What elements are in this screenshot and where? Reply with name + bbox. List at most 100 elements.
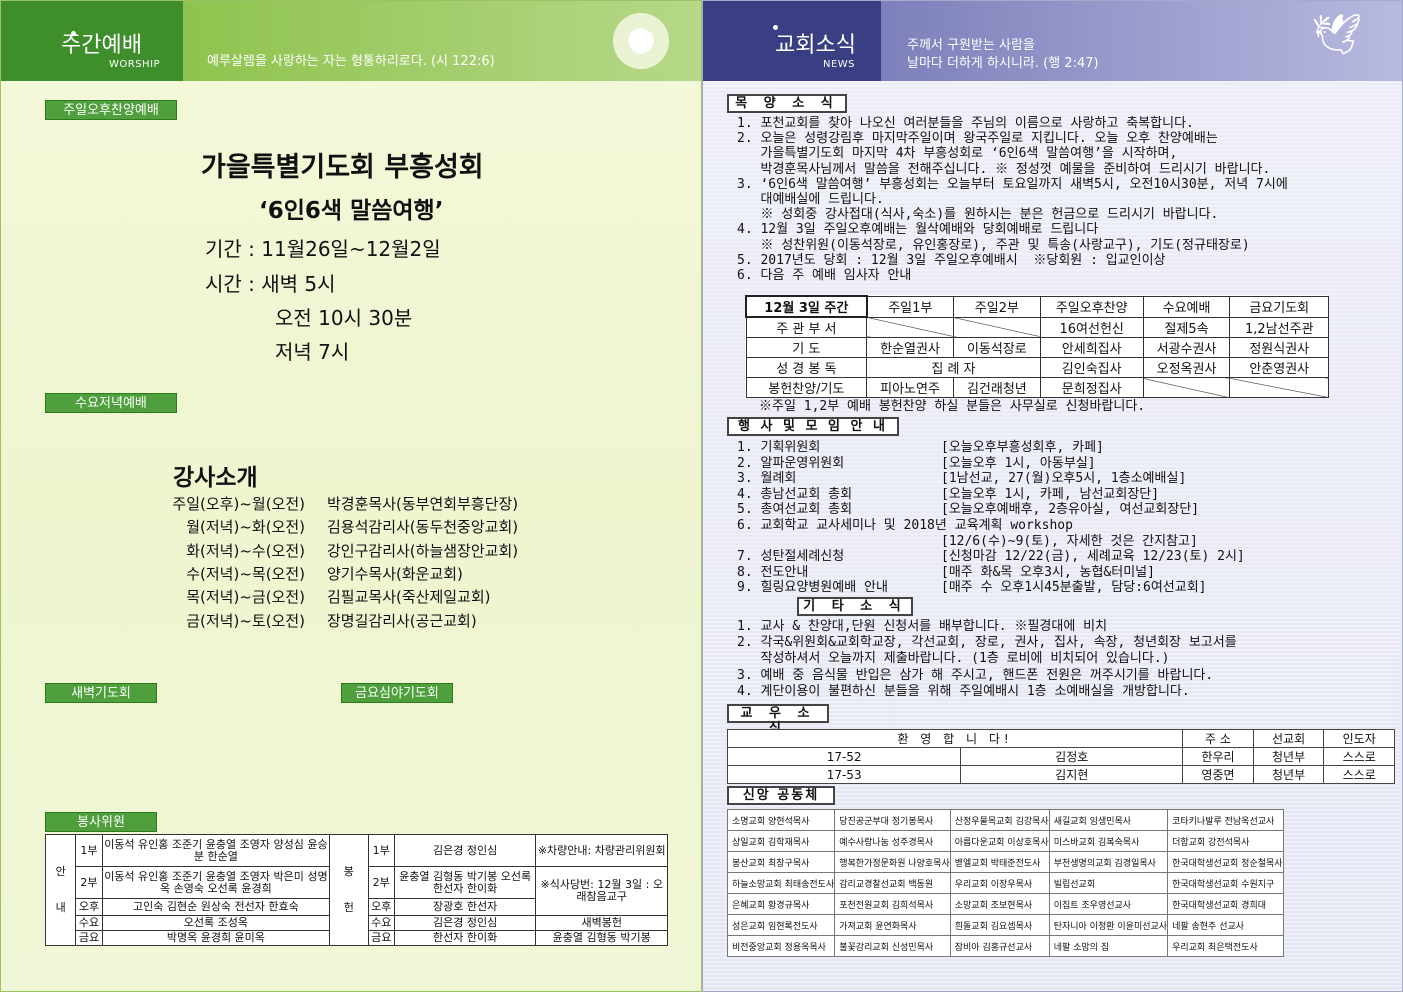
speaker-name: 박경훈목사(동부연회부흥단장) (327, 495, 519, 513)
bulletin-page: { "left": { "header": {"title":"주간예배","s… (0, 0, 1403, 992)
members-cell: 김지현 (960, 765, 1184, 784)
duty-cell (866, 316, 954, 338)
members-table: 환 영 합 니 다! 주 소 선교회 인도자 17-52 김정호 한우리 청년부 스스로 17-5… (726, 729, 1395, 784)
service-cell: 고인숙 김현순 원상숙 전선자 한효숙 (101, 898, 331, 916)
service-cell: 1부 (75, 834, 103, 867)
faith-cell: 봉산교회 최창구목사 (726, 851, 836, 873)
pastor-line: 2. 오늘은 성령강림후 마지막주일이며 왕국주일로 지킵니다. 오늘 오후 찬… (737, 131, 1218, 147)
friday-prayer-tag: 금요심야기도회 (341, 683, 453, 703)
duty-cell: 피아노연주 (866, 377, 954, 398)
news-header: 교회소식 NEWS 주께서 구원받는 사람을 날마다 더하게 하시니라. (행 … (703, 1, 1402, 81)
members-header-cell: 주 소 (1182, 729, 1254, 748)
duty-cell: 서광수권사 (1142, 337, 1231, 358)
service-cell: 1부 (367, 834, 395, 867)
duty-cell: 정원식권사 (1229, 337, 1329, 358)
service-cell: 한선자 한이화 (393, 930, 537, 946)
event-name: 3. 월례회 (737, 471, 797, 487)
duty-header-cell: 수요예배 (1142, 295, 1231, 318)
speaker-time: 주일(오후)~월(오전) (172, 495, 305, 513)
event-detail: [오늘오후예배후, 2층유아실, 여선교회장단] (941, 502, 1200, 518)
offering-label: 봉헌 (329, 834, 369, 946)
faith-cell: 상일교회 김학재목사 (726, 830, 836, 852)
duty-cell: 오정옥권사 (1142, 357, 1231, 378)
faith-cell: 빌립선교회 (1048, 872, 1169, 894)
speaker-name: 김필교목사(죽산제일교회) (327, 588, 491, 607)
event-time-3: 저녁 7시 (275, 340, 350, 364)
service-cell: 이동석 유인홍 조준기 윤충열 조영자 박은미 성명옥 손영숙 오선록 윤경희 (101, 866, 331, 899)
service-cell: ※차량안내: 차량관리위원회 (535, 834, 668, 867)
sunday-afternoon-tag: 주일오후찬양예배 (45, 100, 177, 120)
duty-note: ※주일 1,2부 예배 봉헌찬양 하실 분들은 사무실로 신청바랍니다. (759, 399, 1146, 414)
members-header-cell: 환 영 합 니 다! (726, 729, 1184, 748)
etc-line: 작성하셔서 오늘까지 제출바랍니다. (1층 로비에 비치되어 있습니다.) (737, 651, 1170, 667)
faith-cell: 성은교회 임현록전도사 (726, 914, 836, 936)
event-title: 가을특별기도회 부흥성회 (201, 152, 484, 183)
event-detail: [신청마감 12/22(금), 세례교육 12/23(토) 2시] (941, 549, 1245, 565)
members-title: 교 우 소 식 (727, 704, 829, 736)
event-time: 시간 : 새벽 5시 (205, 272, 336, 296)
faith-cell: 소망교회 조보현목사 (949, 893, 1050, 915)
faith-cell: 미스바교회 김복숙목사 (1048, 830, 1169, 852)
members-header-cell: 인도자 (1323, 729, 1395, 748)
members-cell: 스스로 (1323, 747, 1395, 766)
guide-label: 안내 (44, 834, 77, 946)
etc-line: 3. 예배 중 음식물 반입은 삼가 해 주시고, 핸드폰 전원은 꺼주시기를 … (737, 667, 1214, 683)
members-cell: 17-53 (726, 765, 962, 784)
duty-cell: 한순열권사 (866, 337, 954, 358)
speaker-name: 양기수목사(화운교회) (327, 564, 463, 583)
faith-title: 신앙 공동체 (727, 786, 835, 805)
event-time-2: 오전 10시 30분 (275, 306, 413, 330)
faith-table: 소명교회 양현석목사 당진공군부대 정기봉목사 산정우물목교회 김강목사 새길교회 임… (726, 809, 1284, 957)
members-cell: 청년부 (1252, 765, 1325, 784)
members-header-cell: 선교회 (1252, 729, 1325, 748)
service-cell: 수요 (367, 915, 395, 931)
members-cell: 영중면 (1182, 765, 1254, 784)
service-cell: 금요 (75, 930, 103, 946)
event-detail: [오늘오후부흥성회후, 카페] (941, 440, 1104, 455)
faith-cell: 당진공군부대 정기봉목사 (834, 809, 951, 831)
wednesday-tag: 수요저녁예배 (45, 393, 177, 413)
service-cell: 이동석 유인홍 조준기 윤충열 조영자 양성심 윤승분 한순열 (101, 834, 331, 867)
members-cell: 스스로 (1323, 765, 1395, 784)
faith-cell: 은혜교회 황경규목사 (726, 893, 836, 915)
faith-cell: 새길교회 임생민목사 (1048, 809, 1169, 831)
duty-cell: 1,2남선주관 (1229, 316, 1329, 338)
faith-cell: 포천전원교회 김희석목사 (834, 893, 951, 915)
worship-subtitle: WORSHIP (109, 59, 161, 70)
service-table: 안내 1부 이동석 유인홍 조준기 윤충열 조영자 양성심 윤승분 한순열 봉헌… (44, 834, 668, 946)
duty-cell: 봉헌찬양/기도 (745, 377, 868, 398)
duty-header-cell: 주일오후찬양 (1039, 295, 1144, 318)
news-subtitle: NEWS (823, 59, 856, 70)
faith-cell: 예수사랑나눔 성주경목사 (834, 830, 951, 852)
duty-cell: 기 도 (745, 337, 868, 358)
service-cell: 장광호 한선자 (393, 898, 537, 916)
speaker-time: 월(저녁)~화(오전) (186, 518, 305, 537)
pastor-line: 6. 다음 주 예배 임사자 안내 (737, 268, 912, 283)
event-name: 9. 힐링요양병원예배 안내 (737, 580, 888, 596)
faith-cell: 네팔 소망의 집 (1048, 935, 1169, 957)
faith-cell: 하늘소망교회 최태송전도사 (726, 872, 836, 894)
speaker-name: 장명길감리사(공근교회) (327, 611, 477, 630)
service-cell: 김은경 정인심 (393, 834, 537, 867)
faith-cell: 한국대학생선교회 수원지구 (1167, 872, 1284, 894)
news-panel: 교회소식 NEWS 주께서 구원받는 사람을 날마다 더하게 하시니라. (행 … (702, 0, 1403, 992)
faith-cell: 소명교회 양현석목사 (726, 809, 836, 831)
event-detail: [매주 수 오후1시45분출발, 담당:6여선교회] (941, 580, 1207, 596)
speaker-name: 김용석감리사(동두천중앙교회) (327, 518, 519, 537)
faith-cell: 부천생명의교회 김경일목사 (1048, 851, 1169, 873)
event-detail: [12/6(수)~9(토), 자세한 것은 간지참고] (941, 533, 1198, 549)
duty-header-cell: 12월 3일 주간 (745, 295, 868, 318)
faith-cell: 탄자니아 이정환 이윤미선교사 (1048, 914, 1169, 936)
pastor-line: 가을특별기도회 마지막 4차 부흥성회로 ‘6인6색 말씀여행’을 시작하며, (737, 146, 1178, 162)
pastor-line: ※ 성찬위원(이동석장로, 유인홍장로), 주관 및 특송(사랑교구), 기도(… (737, 237, 1250, 253)
duty-cell: 주 관 부 서 (745, 316, 868, 338)
service-cell: 윤충열 김형동 박기봉 (535, 930, 668, 946)
event-detail: [1남선교, 27(월)오후5시, 1층소예배실] (941, 471, 1187, 487)
pastor-line: ※ 성회중 강사접대(식사,숙소)를 원하시는 분은 헌금으로 드리시기 바랍니… (737, 207, 1219, 223)
event-name: 6. 교회학교 교사세미나 및 2018년 교육계획 workshop (737, 518, 1073, 533)
event-name: 7. 성탄절세례신청 (737, 549, 845, 565)
duty-table: 12월 3일 주간 주일1부 주일2부 주일오후찬양 수요예배 금요기도회 주 관 부 서 1… (745, 295, 1329, 398)
service-cell: 박명옥 윤경희 윤미옥 (101, 930, 331, 946)
event-detail: [오늘오후 1시, 아동부실] (941, 455, 1096, 471)
duty-cell (952, 316, 1041, 338)
